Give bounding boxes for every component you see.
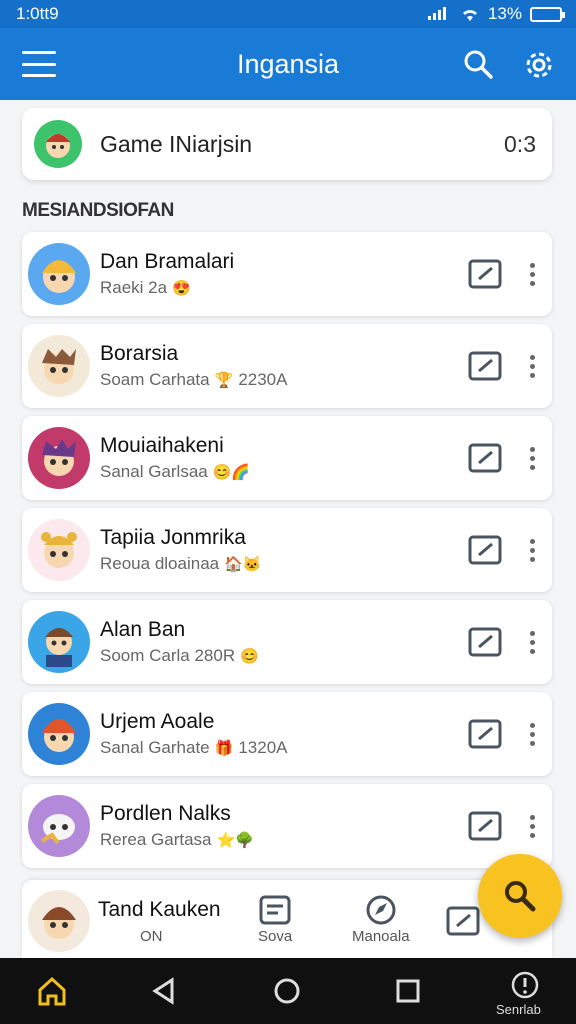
- character-icon: [41, 532, 77, 568]
- nav-item-sova[interactable]: Sova: [258, 894, 292, 945]
- emoji-icon: 😍: [172, 280, 191, 297]
- system-nav-label: Senrlab: [496, 1002, 541, 1017]
- status-icons: 13%: [426, 4, 565, 24]
- character-icon: [46, 134, 70, 158]
- compose-icon[interactable]: [468, 811, 502, 841]
- nav-label: ON: [140, 928, 163, 945]
- contact-name: Pordlen Nalks: [100, 802, 231, 825]
- contact-name: Mouiaihakeni: [100, 434, 224, 457]
- contact-status: Sanal Garhate: [100, 738, 210, 757]
- contact-name: Urjem Aoale: [100, 710, 215, 733]
- back-icon[interactable]: [150, 976, 178, 1006]
- compass-icon: [366, 895, 396, 925]
- more-icon[interactable]: [528, 538, 536, 562]
- compose-icon[interactable]: [468, 351, 502, 381]
- avatar: [28, 519, 90, 581]
- contact-status: Sanal Garlsaa: [100, 462, 208, 481]
- home-circle-icon[interactable]: [272, 976, 302, 1006]
- section-title: MESIANDSIOFAN: [22, 200, 174, 221]
- compose-icon[interactable]: [468, 627, 502, 657]
- character-icon: [42, 719, 76, 752]
- avatar: [28, 427, 90, 489]
- nav-label: Manoala: [352, 928, 410, 945]
- nav-label: Sova: [258, 928, 293, 945]
- home-icon[interactable]: [36, 976, 68, 1006]
- character-icon: [45, 628, 73, 667]
- emoji-icon: 😊: [240, 648, 259, 665]
- emoji-icon: 😊🌈: [212, 464, 251, 481]
- list-item[interactable]: Tapiia Jonmrika Reoua dloainaa 🏠🐱: [22, 508, 552, 592]
- list-item[interactable]: Alan Ban Soom Carla 280R 😊: [22, 600, 552, 684]
- list-item[interactable]: Borarsia Soam Carhata 🏆 2230A: [22, 324, 552, 408]
- contact-extra: 2230A: [238, 370, 288, 389]
- character-icon: [42, 260, 76, 293]
- battery-percent: 13%: [487, 4, 522, 23]
- emoji-icon: 🏆: [214, 372, 234, 389]
- search-fab-button[interactable]: [478, 854, 562, 938]
- contact-name: Borarsia: [100, 342, 179, 365]
- contact-list: Dan Bramalari Raeki 2a 😍 Borarsia Soam Ca…: [22, 232, 552, 876]
- emoji-icon: 🏠🐱: [224, 556, 262, 573]
- contact-status: Soam Carhata: [100, 370, 210, 389]
- contact-status: Reoua dloainaa: [100, 554, 220, 573]
- document-icon: [259, 895, 291, 925]
- bottom-bar: Tand Kauken ON Sova Manoala: [22, 880, 552, 960]
- battery-icon: [530, 6, 565, 22]
- search-icon[interactable]: [462, 48, 494, 80]
- system-nav-bar: Senrlab: [0, 958, 576, 1024]
- avatar: [28, 243, 90, 305]
- menu-icon[interactable]: [22, 51, 56, 77]
- emoji-icon: 🎁: [214, 740, 234, 757]
- gear-icon[interactable]: [522, 48, 556, 82]
- search-icon: [505, 881, 536, 912]
- alert-icon[interactable]: [510, 970, 540, 1000]
- list-item[interactable]: Dan Bramalari Raeki 2a 😍: [22, 232, 552, 316]
- compose-icon[interactable]: [468, 719, 502, 749]
- character-icon: [42, 907, 76, 939]
- compose-icon[interactable]: [446, 906, 480, 936]
- more-icon[interactable]: [528, 630, 536, 654]
- game-avatar: [34, 120, 82, 168]
- avatar: [28, 795, 90, 857]
- more-icon[interactable]: [528, 446, 536, 470]
- contact-extra: 1320A: [238, 738, 288, 757]
- contact-name: Dan Bramalari: [100, 250, 235, 273]
- contact-name: Alan Ban: [100, 618, 186, 641]
- contact-status: Rerea Gartasa: [100, 830, 212, 849]
- compose-icon[interactable]: [468, 259, 502, 289]
- avatar: [28, 703, 90, 765]
- avatar: [28, 335, 90, 397]
- game-score: 0:3: [504, 130, 536, 157]
- compose-icon[interactable]: [468, 535, 502, 565]
- contact-status: Raeki 2a: [100, 278, 168, 297]
- character-icon: [42, 349, 76, 384]
- contact-name: Tapiia Jonmrika: [100, 526, 246, 549]
- avatar: [28, 890, 90, 952]
- avatar: [28, 611, 90, 673]
- app-bar: Ingansia: [0, 28, 576, 100]
- bottom-title: Tand Kauken: [98, 898, 221, 921]
- list-item[interactable]: Urjem Aoale Sanal Garhate 🎁 1320A: [22, 692, 552, 776]
- status-time: 1:0tt9: [16, 4, 59, 23]
- app-title: Ingansia: [236, 48, 340, 79]
- more-icon[interactable]: [528, 814, 536, 838]
- game-title: Game INiarjsin: [100, 130, 253, 157]
- nav-item-manoala[interactable]: Manoala: [352, 894, 410, 945]
- status-bar: 1:0tt9 13%: [0, 0, 576, 28]
- character-icon: [40, 814, 75, 845]
- list-item[interactable]: Mouiaihakeni Sanal Garlsaa 😊🌈: [22, 416, 552, 500]
- wifi-icon: [462, 10, 477, 21]
- nav-item-on[interactable]: ON: [140, 928, 163, 945]
- emoji-icon: ⭐🌳: [216, 832, 254, 849]
- compose-icon[interactable]: [468, 443, 502, 473]
- more-icon[interactable]: [528, 262, 536, 286]
- signal-icon: [427, 7, 446, 20]
- more-icon[interactable]: [528, 354, 536, 378]
- game-card[interactable]: Game INiarjsin 0:3: [22, 108, 552, 180]
- more-icon[interactable]: [528, 722, 536, 746]
- contact-status: Soom Carla 280R: [100, 646, 236, 665]
- list-item[interactable]: Pordlen Nalks Rerea Gartasa ⭐🌳: [22, 784, 552, 868]
- character-icon: [42, 439, 76, 476]
- recents-icon[interactable]: [394, 976, 422, 1006]
